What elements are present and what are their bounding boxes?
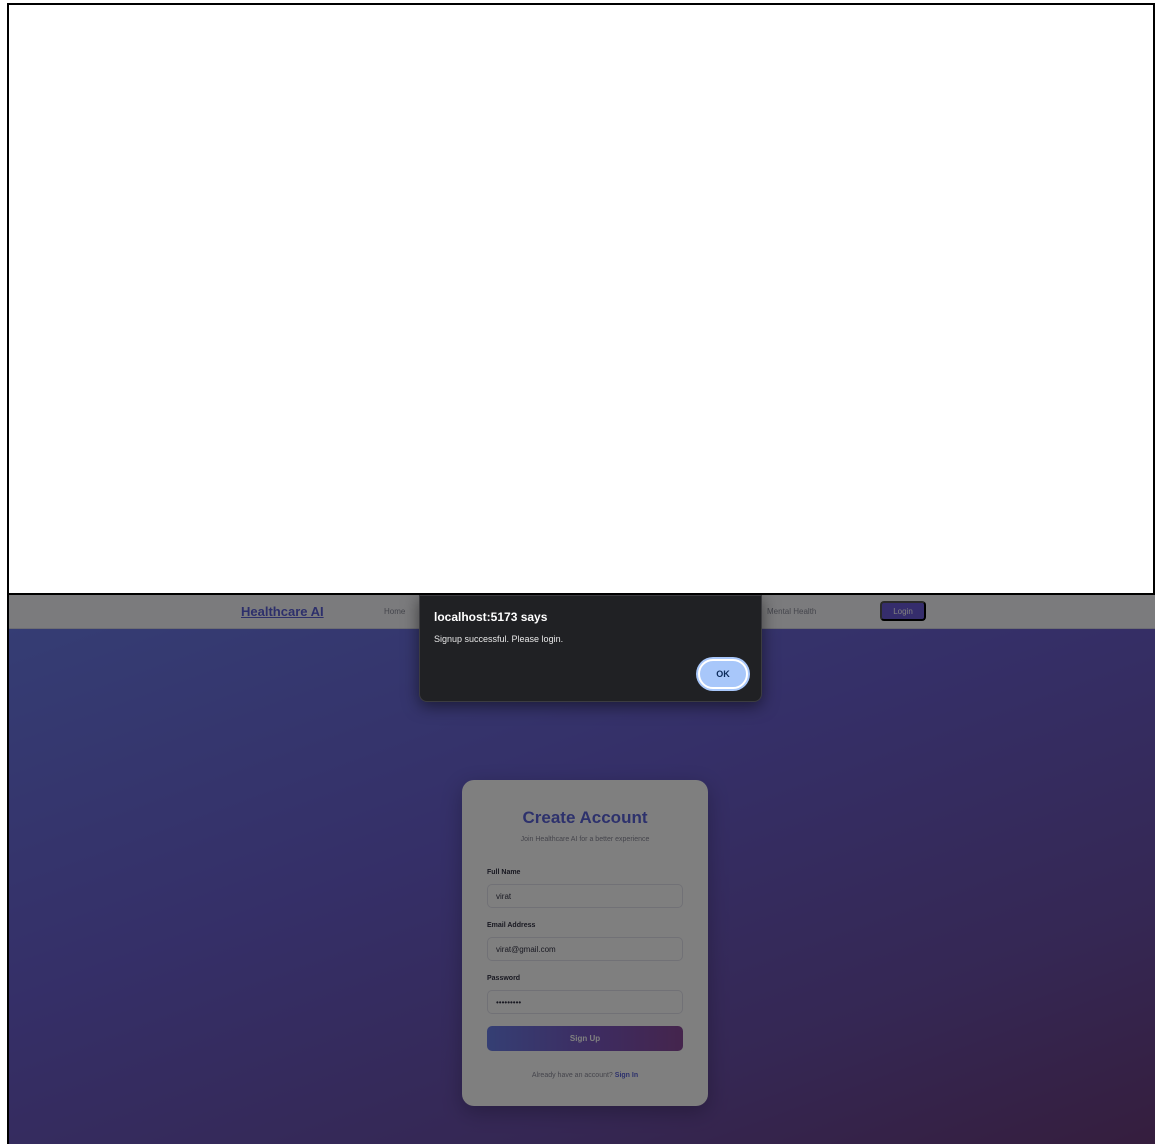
blank-screen-area	[7, 3, 1155, 595]
browser-viewport: Healthcare AI Home Mental Health Login C…	[7, 595, 1155, 1144]
alert-title: localhost:5173 says	[434, 610, 548, 624]
alert-ok-button[interactable]: OK	[698, 659, 748, 689]
alert-dialog: localhost:5173 says Signup successful. P…	[419, 595, 762, 702]
alert-message: Signup successful. Please login.	[434, 634, 564, 644]
